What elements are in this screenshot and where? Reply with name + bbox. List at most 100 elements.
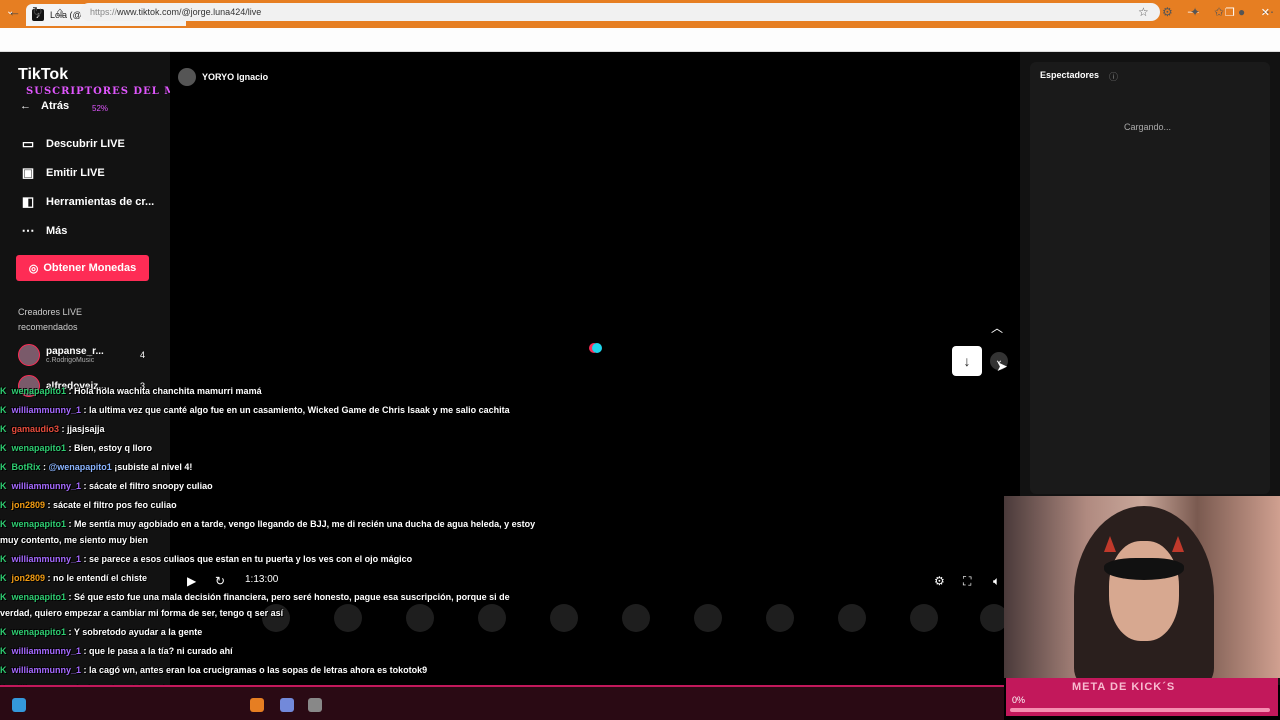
chat-message: Kwilliammunny_1 : sácate el filtro snoop… bbox=[0, 481, 213, 491]
recommended-creators-title: Creadores LIVE recomendados bbox=[18, 307, 83, 332]
chat-username[interactable]: williammunny_1 bbox=[12, 554, 82, 564]
chat-text: muy contento, me siento muy bien bbox=[0, 535, 149, 545]
gift-tile[interactable] bbox=[406, 604, 434, 632]
chat-message: Kwenapapito1 : Y sobretodo ayudar a la g… bbox=[0, 627, 202, 637]
fullscreen-icon[interactable]: ⛶ bbox=[963, 574, 971, 589]
chat-message: K BotRix : @wenapapito1 ¡subiste al nivel… bbox=[0, 462, 192, 472]
home-icon[interactable]: ⌂ bbox=[56, 4, 64, 19]
chat-text: Me sentía muy agobiado en a tarde, vengo… bbox=[74, 519, 536, 529]
gift-tile[interactable] bbox=[550, 604, 578, 632]
menu-icon[interactable]: ⋯ bbox=[1262, 5, 1274, 19]
back-button[interactable]: ← Atrás bbox=[20, 100, 69, 112]
gift-tile[interactable] bbox=[910, 604, 938, 632]
taskbar bbox=[0, 685, 1004, 720]
favorites-icon[interactable]: ✩ bbox=[1214, 5, 1224, 19]
chat-message: Kwilliammunny_1 : la cagó wn, antes eran… bbox=[0, 665, 427, 675]
host-info[interactable]: YORYO Ignacio bbox=[178, 68, 268, 86]
chat-separator: : bbox=[45, 500, 54, 510]
tiktok-logo[interactable]: TikTok bbox=[18, 66, 68, 84]
avatar bbox=[18, 344, 40, 366]
sidebar-item-go-live[interactable]: ▣ Emitir LIVE bbox=[20, 165, 105, 181]
discord-icon[interactable] bbox=[280, 698, 294, 712]
restore-icon[interactable]: ❐ bbox=[1225, 6, 1235, 19]
play-icon[interactable]: ▶ bbox=[187, 574, 196, 588]
chat-username[interactable]: williammunny_1 bbox=[12, 665, 82, 675]
star-icon[interactable]: ☆ bbox=[1138, 5, 1149, 19]
creator-subtitle: c.RodrigoMusic bbox=[46, 357, 95, 364]
avatar bbox=[178, 68, 196, 86]
app-icon[interactable] bbox=[308, 698, 322, 712]
coin-icon: ◎ bbox=[28, 262, 39, 275]
brave-icon[interactable] bbox=[250, 698, 264, 712]
puzzle-icon[interactable]: ✦ bbox=[1190, 5, 1200, 19]
download-button[interactable]: ↓ bbox=[952, 346, 982, 376]
get-coins-button[interactable]: ◎ Obtener Monedas bbox=[16, 255, 149, 281]
chat-message: Kjon2809 : sácate el filtro pos feo culi… bbox=[0, 500, 177, 510]
settings-icon[interactable]: ⚙ bbox=[934, 574, 945, 588]
windows-start-icon[interactable] bbox=[12, 698, 26, 712]
chat-separator: : bbox=[59, 424, 68, 434]
viewer-count: 4 bbox=[140, 350, 146, 360]
gift-tile[interactable] bbox=[334, 604, 362, 632]
stream-time: 1:13:00 bbox=[245, 574, 279, 585]
gift-tile[interactable] bbox=[478, 604, 506, 632]
refresh-icon[interactable]: ↻ bbox=[215, 574, 225, 588]
url-field[interactable]: https://www.tiktok.com/@jorge.luna424/li… bbox=[80, 3, 1160, 21]
chat-mention: @wenapapito1 bbox=[48, 462, 115, 472]
chat-username[interactable]: wenapapito1 bbox=[12, 519, 67, 529]
chat-message: Kwenapapito1 : Me sentía muy agobiado en… bbox=[0, 519, 535, 529]
creator-name: papanse_r... bbox=[46, 346, 104, 357]
webcam-horn bbox=[1104, 536, 1116, 552]
chat-message: Kwenapapito1 : Hola hola wachita chanchi… bbox=[0, 386, 262, 396]
chat-username[interactable]: williammunny_1 bbox=[12, 481, 82, 491]
gift-tile[interactable] bbox=[694, 604, 722, 632]
kick-badge-icon: K bbox=[0, 462, 7, 472]
sidebar-item-more[interactable]: ⋯ Más bbox=[20, 223, 68, 239]
volume-icon[interactable]: 🔈︎ bbox=[993, 574, 1000, 589]
chat-username[interactable]: williammunny_1 bbox=[12, 646, 82, 656]
creator-item[interactable]: papanse_r... c.RodrigoMusic 4 bbox=[18, 344, 145, 366]
subscribers-percent: 52% bbox=[92, 104, 109, 113]
extensions-icon[interactable]: ⚙ bbox=[1162, 5, 1173, 19]
chevron-up-icon[interactable]: ︿ bbox=[991, 319, 1003, 336]
reload-icon[interactable]: ↻ bbox=[32, 4, 43, 20]
loading-text: Cargando... bbox=[1124, 122, 1172, 132]
chat-username[interactable]: wenapapito1 bbox=[12, 627, 67, 637]
chat-separator: : bbox=[81, 646, 90, 656]
sidebar-item-discover-live[interactable]: ▭ Descubrir LIVE bbox=[20, 136, 125, 152]
sidebar-item-creator-tools[interactable]: ◧ Herramientas de cr... bbox=[20, 194, 154, 210]
chat-text: Y sobretodo ayudar a la gente bbox=[73, 627, 203, 637]
taskbar-accent-line bbox=[0, 685, 1004, 687]
info-icon[interactable]: ⓘ bbox=[1109, 70, 1118, 83]
chat-separator: : bbox=[66, 592, 75, 602]
back-icon[interactable]: ← bbox=[8, 4, 21, 19]
chat-username[interactable]: williammunny_1 bbox=[12, 405, 82, 415]
chat-message: verdad, quiero empezar a cambiar mi form… bbox=[0, 608, 283, 618]
gift-tile[interactable] bbox=[838, 604, 866, 632]
chat-text: la ultima vez que canté algo fue en un c… bbox=[89, 405, 510, 415]
address-bar-row bbox=[0, 28, 1280, 52]
kick-badge-icon: K bbox=[0, 405, 7, 415]
chat-username[interactable]: wenapapito1 bbox=[12, 592, 67, 602]
kick-badge-icon: K bbox=[0, 627, 7, 637]
chat-message: Kwilliammunny_1 : la ultima vez que cant… bbox=[0, 405, 510, 415]
gift-tile[interactable] bbox=[766, 604, 794, 632]
viewers-title: Espectadores bbox=[1040, 70, 1100, 80]
kick-badge-icon: K bbox=[0, 519, 7, 529]
live-stream-video[interactable] bbox=[170, 52, 1020, 685]
chat-username[interactable]: jon2809 bbox=[12, 573, 46, 583]
kick-badge-icon: K bbox=[0, 665, 7, 675]
gift-tile[interactable] bbox=[622, 604, 650, 632]
chat-username[interactable]: jon2809 bbox=[12, 500, 46, 510]
chat-message: Kwilliammunny_1 : que le pasa a la tía? … bbox=[0, 646, 233, 656]
webcam-face bbox=[1109, 541, 1179, 641]
chat-username[interactable]: wenapapito1 bbox=[12, 386, 67, 396]
loading-spinner bbox=[592, 343, 602, 353]
chat-username[interactable]: gamaudio3 bbox=[12, 424, 60, 434]
chat-text: verdad, quiero empezar a cambiar mi form… bbox=[0, 608, 284, 618]
chat-username[interactable]: wenapapito1 bbox=[12, 443, 67, 453]
chat-message: Kwenapapito1 : Bien, estoy q lloro bbox=[0, 443, 152, 453]
profile-icon[interactable]: ● bbox=[1238, 5, 1245, 19]
kick-badge-icon: K bbox=[0, 592, 7, 602]
chat-username[interactable]: BotRix bbox=[12, 462, 41, 472]
